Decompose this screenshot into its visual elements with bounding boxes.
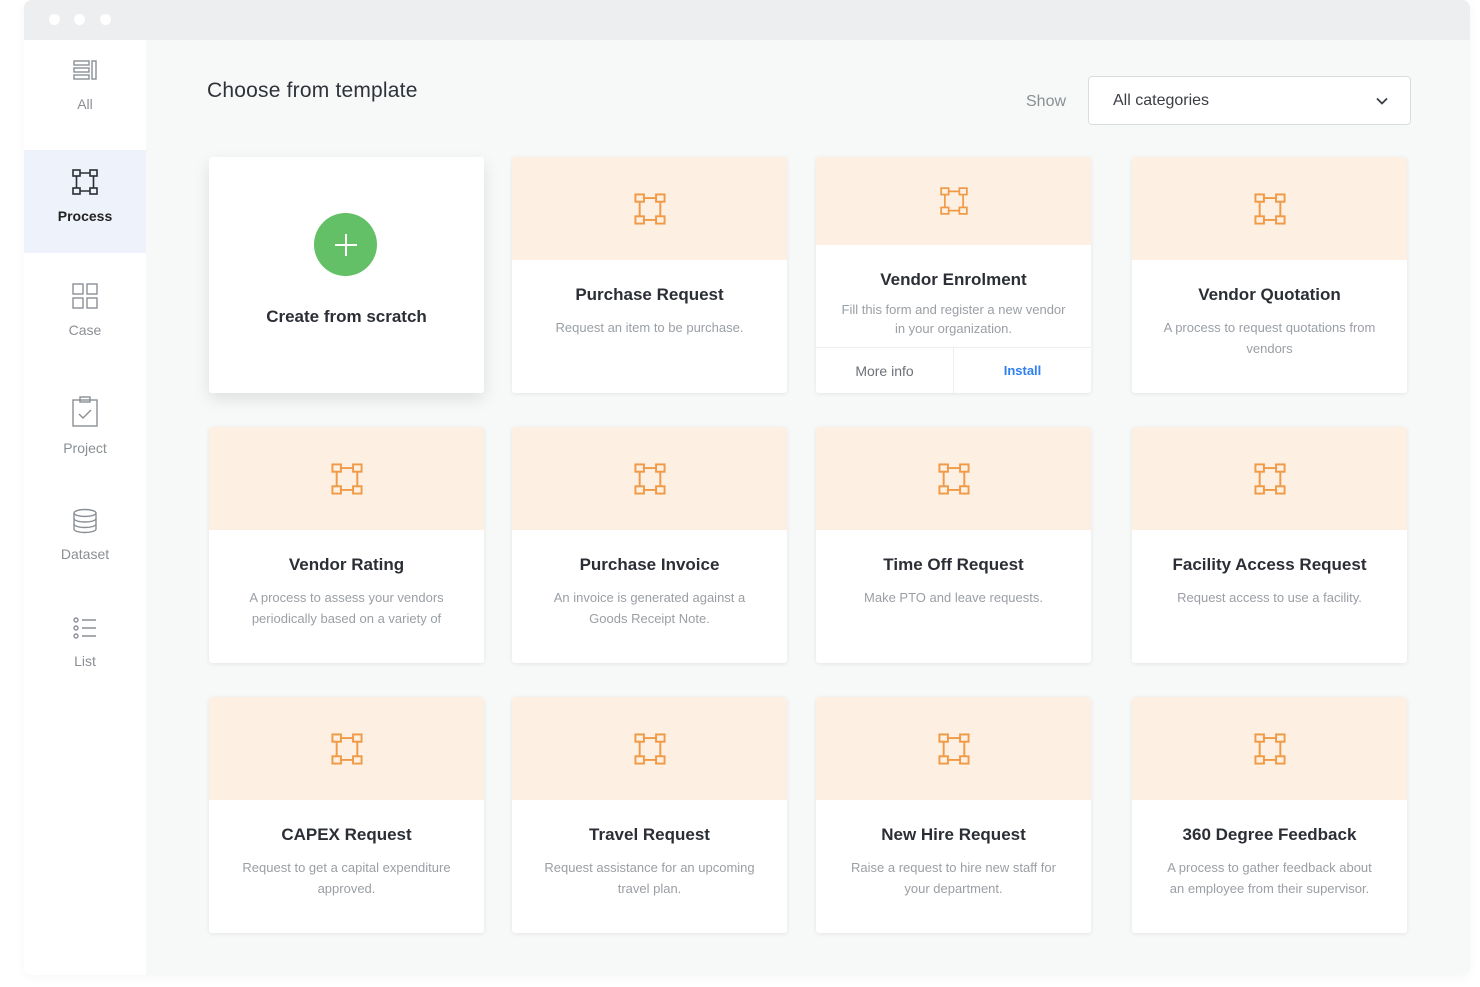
card-header [512, 427, 787, 530]
sidebar-item-label: Process [57, 208, 113, 224]
sidebar-item-label: Case [68, 322, 102, 338]
card-actions: More info Install [816, 347, 1091, 393]
template-title: Vendor Rating [288, 555, 405, 574]
process-flow-icon [633, 462, 666, 495]
install-button[interactable]: Install [953, 348, 1091, 393]
sidebar-item-project[interactable]: Project [24, 396, 146, 466]
template-title: Vendor Quotation [1198, 285, 1341, 304]
sidebar-item-process[interactable]: Process [24, 150, 146, 253]
card-header [512, 157, 787, 260]
card-header [816, 427, 1091, 530]
template-description: Make PTO and leave requests. [864, 590, 1043, 605]
template-description: Request access to use a facility. [1177, 590, 1362, 605]
create-from-scratch-card[interactable]: Create from scratch [209, 157, 484, 393]
window-control-dot[interactable] [49, 14, 60, 25]
grid-icon [72, 283, 98, 309]
template-title: Time Off Request [883, 555, 1024, 574]
template-card[interactable]: Facility Access Request Request access t… [1132, 427, 1407, 663]
template-title: Purchase Invoice [579, 555, 720, 574]
template-title: New Hire Request [881, 825, 1026, 844]
template-card[interactable]: Time Off Request Make PTO and leave requ… [816, 427, 1091, 663]
plus-icon [334, 233, 357, 256]
template-card[interactable]: New Hire Request Raise a request to hire… [816, 697, 1091, 933]
card-header [1132, 157, 1407, 260]
add-circle-button[interactable] [314, 213, 377, 276]
main-content: Choose from template Show All categories… [146, 40, 1470, 975]
process-flow-icon [1253, 192, 1286, 225]
template-card[interactable]: 360 Degree Feedback A process to gather … [1132, 697, 1407, 933]
sidebar-item-label: All [77, 96, 93, 112]
sidebar-item-dataset[interactable]: Dataset [24, 508, 146, 578]
process-flow-icon [1253, 732, 1286, 765]
page-title: Choose from template [207, 79, 418, 102]
card-header [209, 697, 484, 800]
template-title: Vendor Enrolment [880, 270, 1027, 289]
sidebar-item-case[interactable]: Case [24, 282, 146, 352]
database-icon [73, 508, 97, 534]
process-flow-icon [1253, 462, 1286, 495]
clipboard-check-icon [72, 396, 98, 427]
template-description: An invoice is generated against a Goods … [553, 590, 746, 626]
template-card[interactable]: CAPEX Request Request to get a capital e… [209, 697, 484, 933]
sidebar-item-label: List [74, 653, 96, 669]
show-label: Show [1026, 93, 1067, 110]
window-titlebar [24, 0, 1470, 40]
card-header [512, 697, 787, 800]
card-header [1132, 697, 1407, 800]
template-description: Request an item to be purchase. [555, 320, 744, 335]
template-title: Travel Request [589, 825, 710, 844]
card-header [1132, 427, 1407, 530]
template-description: Raise a request to hire new staff for yo… [851, 860, 1056, 896]
template-card[interactable]: Vendor Rating A process to assess your v… [209, 427, 484, 663]
template-title: Purchase Request [575, 285, 724, 304]
more-info-button[interactable]: More info [816, 348, 953, 393]
process-flow-icon [939, 187, 968, 215]
process-flow-icon [937, 462, 970, 495]
create-from-scratch-label: Create from scratch [266, 307, 427, 326]
template-card[interactable]: Purchase Request Request an item to be p… [512, 157, 787, 393]
process-flow-icon [72, 169, 98, 195]
template-description: A process to request quotations from ven… [1163, 320, 1376, 356]
process-flow-icon [330, 732, 363, 765]
process-flow-icon [633, 732, 666, 765]
sidebar-item-all[interactable]: All [24, 58, 146, 128]
template-card[interactable]: Vendor Quotation A process to request qu… [1132, 157, 1407, 393]
template-title: CAPEX Request [281, 825, 412, 844]
sidebar-item-label: Dataset [60, 546, 110, 562]
template-description: A process to assess your vendors periodi… [249, 590, 444, 626]
window-control-dot[interactable] [100, 14, 111, 25]
process-flow-icon [330, 462, 363, 495]
template-description: Request to get a capital expenditure app… [242, 860, 451, 896]
bullet-list-icon [73, 617, 96, 639]
template-description: Request assistance for an upcoming trave… [544, 860, 755, 896]
process-flow-icon [633, 192, 666, 225]
template-title: 360 Degree Feedback [1182, 825, 1357, 844]
sidebar-item-label: Project [63, 440, 107, 456]
category-select-value: All categories [1113, 92, 1210, 109]
card-header [816, 697, 1091, 800]
window-control-dot[interactable] [74, 14, 85, 25]
card-header [209, 427, 484, 530]
chevron-down-icon [1376, 97, 1388, 105]
template-description: Fill this form and register a new vendor… [841, 302, 1066, 336]
template-card-vendor-enrolment[interactable]: Vendor Enrolment Fill this form and regi… [816, 157, 1091, 393]
card-header [816, 157, 1091, 245]
sidebar: All Process Case Project Dataset List [24, 40, 146, 975]
process-flow-icon [937, 732, 970, 765]
category-select[interactable]: All categories [1088, 76, 1411, 125]
app-window: All Process Case Project Dataset List Ch… [24, 0, 1470, 975]
template-card[interactable]: Travel Request Request assistance for an… [512, 697, 787, 933]
template-card[interactable]: Purchase Invoice An invoice is generated… [512, 427, 787, 663]
list-columns-icon [73, 60, 97, 80]
template-title: Facility Access Request [1172, 555, 1367, 574]
template-description: A process to gather feedback about an em… [1167, 860, 1372, 896]
sidebar-item-list[interactable]: List [24, 615, 146, 685]
